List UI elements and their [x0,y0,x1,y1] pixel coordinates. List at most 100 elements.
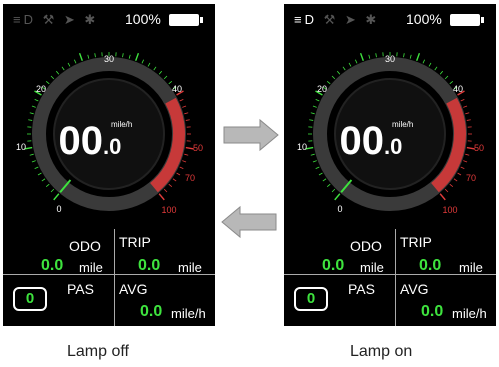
gauge-tick [422,59,426,64]
gauge-tick [334,193,341,201]
gauge-tick [403,53,405,58]
trip-value: 0.0 [419,257,442,274]
gauge-tick [34,166,39,170]
gauge-tick [322,178,327,182]
gauge-tick [122,53,124,58]
gauge-tick [163,75,168,80]
gauge-tick [326,80,331,85]
gauge-tick [310,153,315,156]
pas-level-box: 0 [13,287,47,311]
gauge-tick [141,59,145,64]
wrench-icon: ⚒ [42,12,58,27]
battery-percent: 100% [406,11,442,27]
gauge-tick [453,178,458,182]
gauge-tick [368,54,371,59]
status-icons: ≡D ⚒ ➤ ✱ [13,12,98,28]
gauge-tick [348,62,352,67]
gauge-tick [34,98,39,102]
speed-value: 00 [59,119,104,163]
trip-panel: ODO TRIP 0.0 mile 0.0 mile PAS 0 AVG 0.0… [3,229,215,326]
gauge-tick [179,166,184,170]
gauge-tick [460,166,465,170]
gauge-tick [354,59,358,64]
avg-unit: mile/h [452,306,487,321]
gauge-tick [439,193,446,201]
gauge-tick [465,153,470,156]
gauge-tick [158,193,165,201]
gauge-tick [184,112,189,115]
dial-label-0: 0 [337,204,342,214]
headlight-icon: ≡D [13,12,36,27]
gauge-tick [50,188,55,193]
pas-level-box: 0 [294,287,328,311]
gauge-tick [312,105,317,108]
gauge-tick [342,66,346,71]
gauge-tick [172,178,177,182]
gauge-tick [29,112,34,115]
speed-unit: mile/h [111,120,132,129]
gauge-tick [449,183,454,188]
dial-label-0: 0 [56,204,61,214]
gauge-tick [153,66,157,71]
gauge-tick [128,54,131,59]
bluetooth-icon: ✱ [84,12,99,27]
gauge-tick [28,119,33,121]
speed-unit: mile/h [392,120,413,129]
dial-label-10: 10 [16,142,26,152]
odo-value: 0.0 [322,257,345,274]
gauge-tick [315,98,320,102]
battery-icon [450,14,484,26]
gauge-tick [61,66,65,71]
gauge-tick [434,66,438,71]
gauge-tick [375,53,377,58]
avg-label: AVG [119,281,148,297]
dial-label-50: 50 [474,143,484,153]
gauge-tick [336,70,341,75]
gauge-tick [163,188,168,193]
gauge-tick [457,172,462,176]
dial-label-70: 70 [466,173,476,183]
dial-label-30: 30 [104,54,114,64]
trip-label: TRIP [119,234,151,250]
display-screen-lamp-off: ≡D ⚒ ➤ ✱ 100% 0 10 20 30 40 50 70 100 00… [3,4,215,326]
gauge-tick [331,75,336,80]
gauge-tick [315,166,320,170]
gauge-tick [31,105,36,108]
avg-value: 0.0 [140,303,163,320]
battery-icon [169,14,203,26]
gauge-tick [176,172,181,176]
gauge-tick [184,153,189,156]
trip-unit: mile [178,260,202,275]
gauge-tick [359,52,364,61]
gauge-tick [318,172,323,176]
gauge-tick [147,62,151,67]
pas-label: PAS [67,281,94,297]
pas-value: 0 [306,290,316,307]
status-icons: ≡D ⚒ ➤ ✱ [294,12,379,28]
trip-panel: ODO TRIP 0.0 mile 0.0 mile PAS 0 AVG 0.0… [284,229,496,326]
speed-value: 00 [340,119,385,163]
gauge-tick [73,59,77,64]
odo-label: ODO [350,238,382,254]
gauge-tick [53,193,60,201]
speed-decimal: .0 [103,134,121,159]
status-bar: ≡D ⚒ ➤ ✱ 100% [3,4,215,34]
dial-label-50: 50 [193,143,203,153]
wrench-icon: ⚒ [323,12,339,27]
gauge-tick [460,98,465,102]
gauge-tick [185,119,190,121]
speed-gauge: 0 10 20 30 40 50 70 100 00 .0 mile/h [16,52,203,215]
avg-label: AVG [400,281,429,297]
gauge-tick [87,54,90,59]
navigation-icon: ➤ [63,12,78,27]
odo-value: 0.0 [41,257,64,274]
dial-label-30: 30 [385,54,395,64]
status-bar: ≡D ⚒ ➤ ✱ 100% [284,4,496,34]
gauge-tick [29,153,34,156]
display-screen-lamp-on: ≡D ⚒ ➤ ✱ 100% 0 10 20 30 40 50 70 100 00… [284,4,496,326]
odo-unit: mile [79,260,103,275]
gauge-tick [326,183,331,188]
dial-label-20: 20 [36,84,46,94]
gauge-tick [182,105,187,108]
gauge-tick [55,70,60,75]
